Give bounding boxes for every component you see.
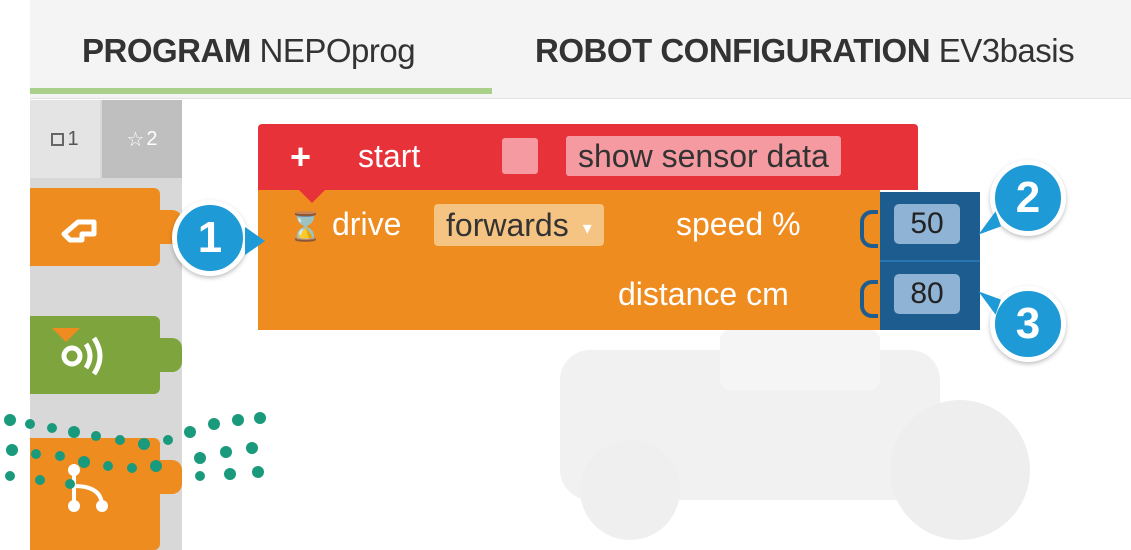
dropdown-caret-icon: ▾ [582,217,592,238]
block-notch [298,189,326,203]
tab-program-name: NEPOprog [259,32,416,69]
distance-number-block[interactable]: 80 [880,260,980,330]
robot-watermark [560,330,1030,540]
sensor-data-label: show sensor data [566,136,841,176]
action-icon [61,219,97,243]
level-1-label: 1 [67,127,79,150]
level-2-label: 2 [146,127,158,150]
active-tab-indicator [30,88,492,94]
tab-robot-name: EV3basis [938,32,1075,69]
distance-input[interactable]: 80 [894,274,960,314]
direction-value: forwards [446,207,569,243]
category-action[interactable] [30,188,182,266]
tab-robot-label: ROBOT CONFIGURATION [535,32,931,69]
drive-block[interactable]: ⌛ drive forwards ▾ speed % distance cm [258,189,880,330]
drive-label: drive [332,206,402,242]
tab-robot-configuration[interactable]: ROBOT CONFIGURATION EV3basis [535,32,1075,70]
hourglass-icon: ⌛ [288,211,323,242]
speed-input[interactable]: 50 [894,204,960,244]
direction-dropdown[interactable]: forwards ▾ [434,204,604,246]
speed-label: speed % [676,206,801,242]
speed-connector [860,210,878,248]
decorative-dots [4,412,266,489]
level-1-button[interactable]: 1 [30,100,100,178]
speed-number-block[interactable]: 50 [880,192,980,260]
header-bar: PROGRAM NEPOprog ROBOT CONFIGURATION EV3… [30,0,1131,99]
tab-program[interactable]: PROGRAM NEPOprog [82,32,416,70]
callout-1: 1 [172,200,265,276]
sensor-data-checkbox[interactable] [502,138,538,174]
distance-connector [860,280,878,318]
category-sensor-nub [156,338,182,372]
category-sensor[interactable] [30,316,182,394]
start-label: start [358,138,421,174]
callout-3: 3 [990,286,1066,362]
square-icon [51,132,65,146]
block-bottom-tab [52,328,80,342]
callout-2: 2 [990,160,1066,236]
distance-label: distance cm [618,276,789,312]
expand-plus-icon[interactable]: + [290,136,311,178]
start-block[interactable]: + start show sensor data [258,124,918,190]
level-2-button[interactable]: ☆ 2 [102,100,182,178]
star-icon: ☆ [126,128,145,151]
tab-program-label: PROGRAM [82,32,251,69]
